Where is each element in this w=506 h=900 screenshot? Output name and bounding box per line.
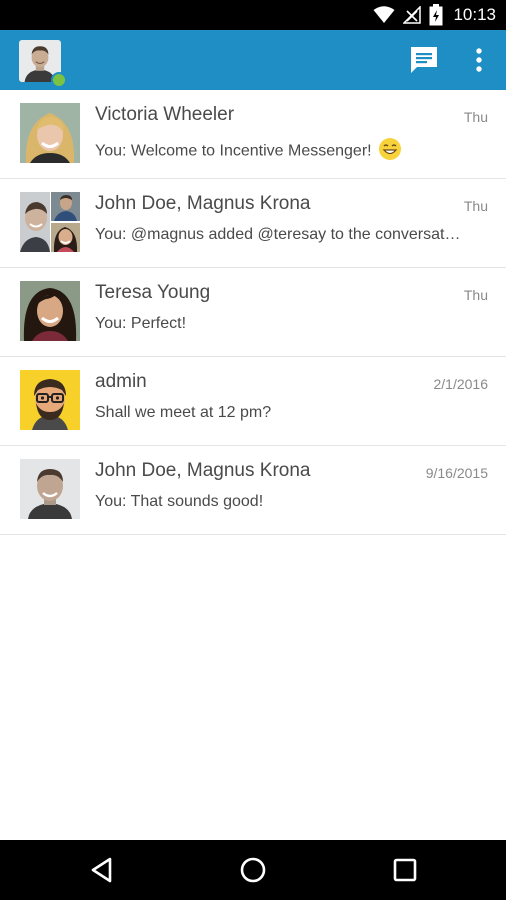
conversation-date: Thu <box>463 109 488 125</box>
group-avatar <box>20 192 80 252</box>
conversation-row[interactable]: John Doe, Magnus Krona Thu You: @magnus … <box>0 179 506 268</box>
recents-button[interactable] <box>389 854 421 886</box>
online-status-indicator <box>51 72 67 88</box>
conversation-name: John Doe, Magnus Krona <box>95 460 311 481</box>
conversation-date: 9/16/2015 <box>425 465 488 481</box>
contact-avatar <box>20 370 80 430</box>
conversation-name: admin <box>95 371 147 392</box>
conversation-row[interactable]: John Doe, Magnus Krona 9/16/2015 You: Th… <box>0 446 506 535</box>
home-icon <box>237 857 269 890</box>
preview-text: You: Perfect! <box>95 315 187 332</box>
conversation-row[interactable]: admin 2/1/2016 Shall we meet at 12 pm? <box>0 357 506 446</box>
conversation-list: Victoria Wheeler Thu You: Welcome to Inc… <box>0 90 506 535</box>
conversation-preview: You: Welcome to Incentive Messenger! <box>95 137 402 166</box>
contact-avatar <box>20 459 80 519</box>
conversation-date: Thu <box>463 198 488 214</box>
overflow-menu-button[interactable] <box>468 44 490 76</box>
preview-text: Shall we meet at 12 pm? <box>95 404 272 421</box>
contact-avatar <box>20 103 80 163</box>
smiling-emoji-icon <box>378 137 402 166</box>
back-button[interactable] <box>86 854 118 886</box>
overflow-menu-icon <box>468 48 490 80</box>
conversation-name: Teresa Young <box>95 282 211 303</box>
compose-message-icon <box>408 47 440 80</box>
conversation-name: Victoria Wheeler <box>95 104 235 125</box>
preview-text: You: Welcome to Incentive Messenger! <box>95 142 372 160</box>
conversation-preview: You: Perfect! <box>95 315 186 333</box>
conversation-preview: You: That sounds good! <box>95 493 263 511</box>
battery-charging-icon <box>429 4 443 26</box>
system-navigation-bar <box>0 840 506 900</box>
conversation-name: John Doe, Magnus Krona <box>95 193 311 214</box>
my-profile-avatar[interactable] <box>19 40 67 88</box>
conversation-date: 2/1/2016 <box>433 376 489 392</box>
status-time: 10:13 <box>453 5 496 24</box>
conversation-date: Thu <box>463 287 488 303</box>
conversation-row[interactable]: Teresa Young Thu You: Perfect! <box>0 268 506 357</box>
preview-text: You: That sounds good! <box>95 493 264 510</box>
preview-text: You: @magnus added @teresay to the conve… <box>95 226 461 243</box>
conversation-preview: You: @magnus added @teresay to the conve… <box>95 226 460 244</box>
status-bar: 10:13 <box>0 0 506 30</box>
back-icon <box>86 857 118 890</box>
no-signal-icon <box>403 6 422 24</box>
app-bar <box>0 30 506 90</box>
recents-icon <box>389 858 421 890</box>
home-button[interactable] <box>237 854 269 886</box>
conversation-preview: Shall we meet at 12 pm? <box>95 404 271 422</box>
wifi-icon <box>373 6 395 24</box>
contact-avatar <box>20 281 80 341</box>
conversation-row[interactable]: Victoria Wheeler Thu You: Welcome to Inc… <box>0 90 506 179</box>
compose-message-button[interactable] <box>408 44 440 76</box>
